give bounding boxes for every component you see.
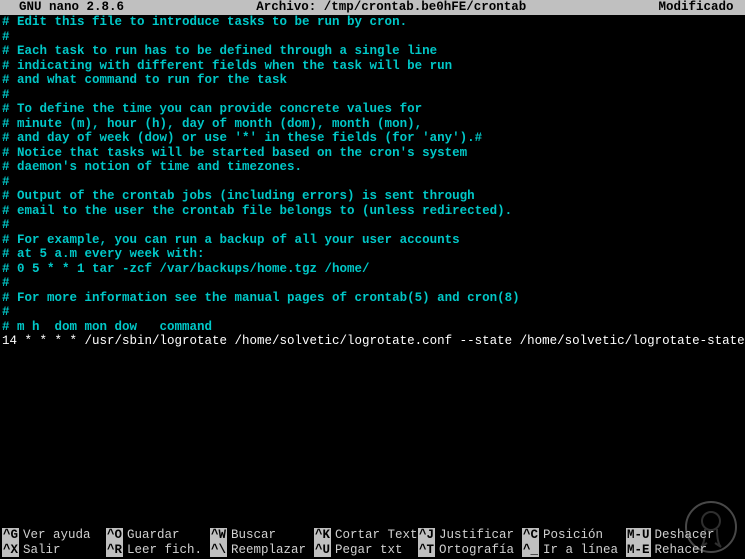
shortcut-key: M-E — [626, 543, 651, 558]
shortcut-key: ^T — [418, 543, 435, 558]
shortcut-row-1: ^GVer ayuda^OGuardar^WBuscar^KCortar Tex… — [2, 528, 743, 543]
modified-flag: Modificado — [658, 0, 741, 15]
shortcut-key: M-U — [626, 528, 651, 543]
shortcut-desc: Pegar txt — [331, 543, 403, 558]
editor-line[interactable]: # and what command to run for the task — [2, 73, 743, 88]
editor-line[interactable]: # For more information see the manual pa… — [2, 291, 743, 306]
shortcut-item[interactable]: ^WBuscar — [210, 528, 314, 543]
shortcut-key: ^X — [2, 543, 19, 558]
shortcut-item[interactable]: ^JJustificar — [418, 528, 522, 543]
editor-line[interactable]: # — [2, 30, 743, 45]
shortcut-desc: Ortografía — [435, 543, 514, 558]
logo-watermark — [685, 501, 737, 553]
file-path: Archivo: /tmp/crontab.be0hFE/crontab — [256, 0, 526, 15]
shortcut-desc: Buscar — [227, 528, 276, 543]
shortcut-desc: Justificar — [435, 528, 514, 543]
editor-line[interactable]: # 0 5 * * 1 tar -zcf /var/backups/home.t… — [2, 262, 743, 277]
editor-line[interactable]: 14 * * * * /usr/sbin/logrotate /home/sol… — [2, 334, 743, 349]
shortcut-item[interactable]: ^TOrtografía — [418, 543, 522, 558]
shortcut-bar: ^GVer ayuda^OGuardar^WBuscar^KCortar Tex… — [0, 528, 745, 557]
shortcut-key: ^C — [522, 528, 539, 543]
shortcut-key: ^K — [314, 528, 331, 543]
editor-line[interactable]: # — [2, 305, 743, 320]
editor-line[interactable]: # email to the user the crontab file bel… — [2, 204, 743, 219]
shortcut-key: ^_ — [522, 543, 539, 558]
editor-line[interactable]: # Output of the crontab jobs (including … — [2, 189, 743, 204]
shortcut-desc: Guardar — [123, 528, 180, 543]
title-bar: GNU nano 2.8.6 Archivo: /tmp/crontab.be0… — [0, 0, 745, 15]
shortcut-item[interactable]: ^KCortar Text — [314, 528, 418, 543]
shortcut-key: ^G — [2, 528, 19, 543]
editor-line[interactable]: # m h dom mon dow command — [2, 320, 743, 335]
editor-line[interactable]: # minute (m), hour (h), day of month (do… — [2, 117, 743, 132]
shortcut-item[interactable]: ^OGuardar — [106, 528, 210, 543]
editor-line[interactable]: # Each task to run has to be defined thr… — [2, 44, 743, 59]
editor-line[interactable]: # — [2, 218, 743, 233]
shortcut-item[interactable]: ^XSalir — [2, 543, 106, 558]
editor-line[interactable]: # at 5 a.m every week with: — [2, 247, 743, 262]
editor-line[interactable]: # To define the time you can provide con… — [2, 102, 743, 117]
shortcut-key: ^W — [210, 528, 227, 543]
shortcut-item[interactable]: ^RLeer fich. — [106, 543, 210, 558]
shortcut-desc: Cortar Text — [331, 528, 418, 543]
editor-line[interactable]: # For example, you can run a backup of a… — [2, 233, 743, 248]
shortcut-key: ^J — [418, 528, 435, 543]
editor-line[interactable]: # and day of week (dow) or use '*' in th… — [2, 131, 743, 146]
shortcut-desc: Leer fich. — [123, 543, 202, 558]
shortcut-key: ^U — [314, 543, 331, 558]
editor-line[interactable]: # Edit this file to introduce tasks to b… — [2, 15, 743, 30]
editor-line[interactable]: # — [2, 88, 743, 103]
shortcut-desc: Ir a línea — [539, 543, 618, 558]
editor-line[interactable]: # indicating with different fields when … — [2, 59, 743, 74]
editor-line[interactable]: # — [2, 175, 743, 190]
shortcut-desc: Ver ayuda — [19, 528, 91, 543]
shortcut-key: ^\ — [210, 543, 227, 558]
shortcut-desc: Salir — [19, 543, 61, 558]
shortcut-key: ^R — [106, 543, 123, 558]
shortcut-desc: Posición — [539, 528, 603, 543]
editor-line[interactable]: # — [2, 276, 743, 291]
editor-line[interactable]: # daemon's notion of time and timezones. — [2, 160, 743, 175]
editor-line[interactable]: # Notice that tasks will be started base… — [2, 146, 743, 161]
editor-content[interactable]: # Edit this file to introduce tasks to b… — [0, 15, 745, 349]
shortcut-item[interactable]: ^CPosición — [522, 528, 626, 543]
shortcut-item[interactable]: ^\Reemplazar — [210, 543, 314, 558]
app-version: GNU nano 2.8.6 — [4, 0, 124, 15]
shortcut-desc: Reemplazar — [227, 543, 306, 558]
shortcut-item[interactable]: ^GVer ayuda — [2, 528, 106, 543]
shortcut-item[interactable]: ^UPegar txt — [314, 543, 418, 558]
shortcut-key: ^O — [106, 528, 123, 543]
shortcut-item[interactable]: ^_Ir a línea — [522, 543, 626, 558]
shortcut-row-2: ^XSalir^RLeer fich.^\Reemplazar^UPegar t… — [2, 543, 743, 558]
